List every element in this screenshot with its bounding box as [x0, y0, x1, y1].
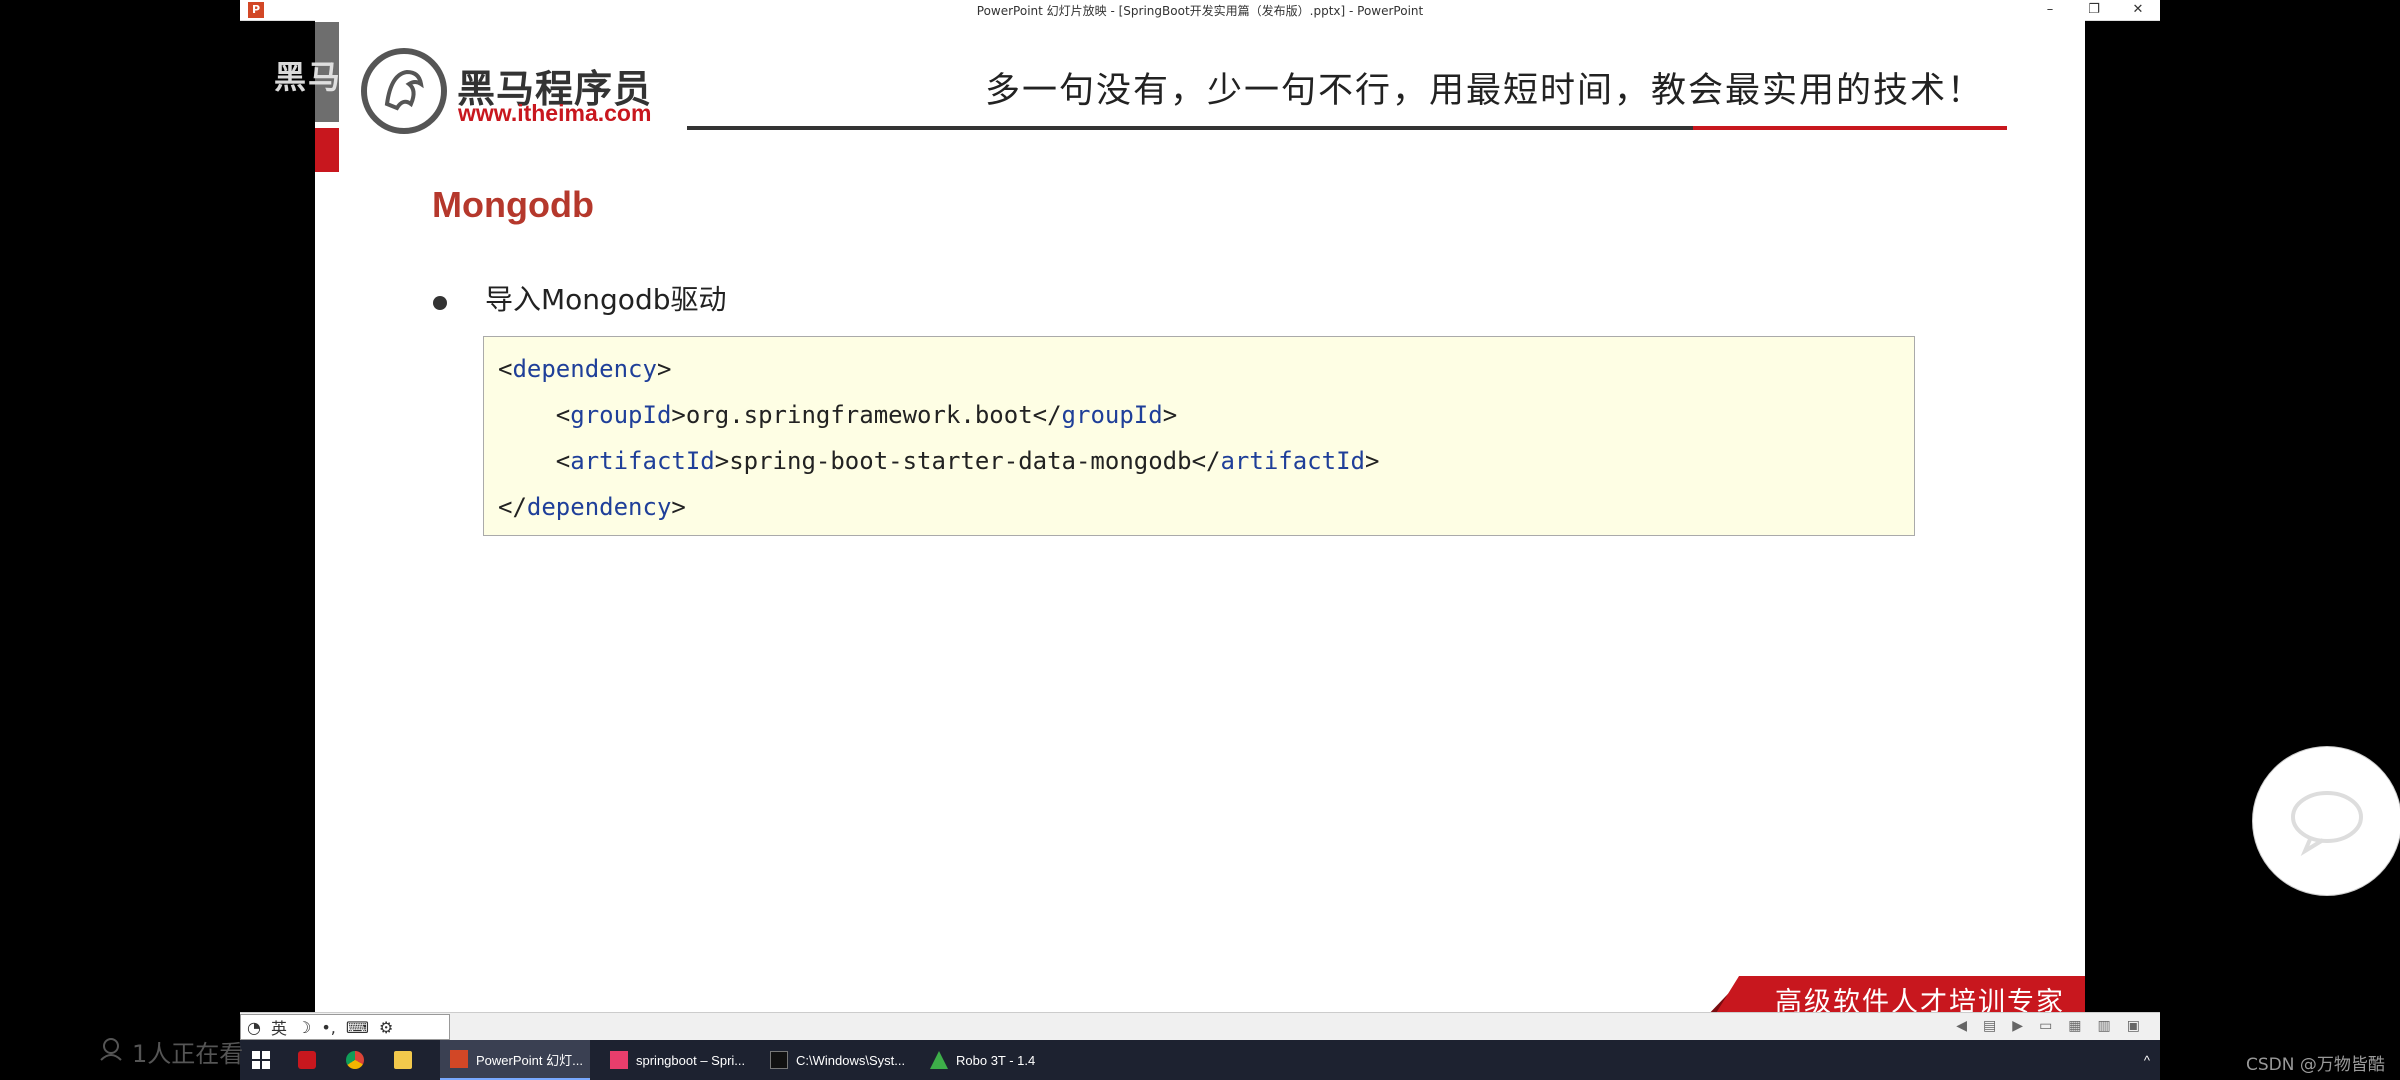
ime-keyboard-icon[interactable]: ⌨	[346, 1018, 369, 1037]
slide[interactable]: 黑马程序员 www.itheima.com 多一句没有，少一句不行，用最短时间，…	[315, 20, 2085, 1020]
start-button[interactable]	[252, 1040, 270, 1080]
status-bar-controls: ◀ ▤ ▶ ▭ ▦ ▥ ▣	[1956, 1018, 2140, 1034]
folder-icon	[394, 1051, 412, 1069]
taskbar: PowerPoint 幻灯... springboot – Spri... C:…	[240, 1040, 2160, 1080]
itheima-logo-icon	[361, 48, 447, 134]
sorter-view-icon[interactable]: ▦	[2068, 1018, 2081, 1034]
prev-slide-icon[interactable]: ◀	[1956, 1018, 1967, 1034]
bullet-text: 导入Mongodb驱动	[485, 283, 727, 316]
reading-view-icon[interactable]: ▥	[2098, 1018, 2111, 1034]
taskbar-app-robo3t[interactable]: Robo 3T - 1.4	[920, 1040, 1070, 1080]
close-button[interactable]: ✕	[2116, 0, 2160, 20]
taskbar-app-label: springboot – Spri...	[636, 1052, 746, 1068]
ime-logo-icon[interactable]: ◔	[247, 1018, 261, 1037]
taskbar-app-label: PowerPoint 幻灯...	[476, 1052, 583, 1068]
windows-icon	[252, 1051, 270, 1069]
code-line: <dependency>	[498, 355, 672, 383]
taskbar-app-powerpoint[interactable]: PowerPoint 幻灯...	[440, 1040, 590, 1080]
taskbar-pinned-app[interactable]	[298, 1040, 316, 1080]
chrome-icon	[346, 1051, 364, 1069]
taskbar-app-label: Robo 3T - 1.4	[956, 1052, 1036, 1068]
viewer-count: 1人正在看	[132, 1040, 244, 1068]
overlay-watermark: 黑马	[274, 58, 343, 96]
logo-url: www.itheima.com	[458, 100, 652, 126]
intellij-icon	[610, 1051, 628, 1069]
slide-left-bar-red	[315, 128, 339, 172]
ime-gear-icon[interactable]: ⚙	[379, 1018, 393, 1037]
slogan: 多一句没有，少一句不行，用最短时间，教会最实用的技术！	[985, 71, 1985, 111]
code-block: <dependency> <groupId>org.springframewor…	[483, 336, 1915, 536]
powerpoint-icon	[450, 1050, 468, 1068]
ime-toolbar[interactable]: ◔ 英 ☽ •, ⌨ ⚙	[240, 1014, 450, 1040]
slogan-underline-accent	[1693, 126, 2007, 130]
cmd-icon	[770, 1051, 788, 1069]
bullet-dot	[433, 296, 447, 310]
taskbar-pinned-explorer[interactable]	[394, 1040, 412, 1080]
viewer-icon	[100, 1038, 122, 1061]
minimize-button[interactable]: –	[2028, 0, 2072, 20]
csdn-watermark: CSDN @万物皆酷	[2246, 1055, 2385, 1075]
title-bar: P PowerPoint 幻灯片放映 - [SpringBoot开发实用篇（发布…	[240, 0, 2160, 21]
normal-view-icon[interactable]: ▭	[2039, 1018, 2052, 1034]
ime-moon-icon[interactable]: ☽	[297, 1018, 311, 1037]
next-slide-icon[interactable]: ▶	[2012, 1018, 2023, 1034]
slide-heading: Mongodb	[432, 184, 594, 225]
status-bar: ◀ ▤ ▶ ▭ ▦ ▥ ▣	[240, 1012, 2160, 1041]
robo3t-icon	[930, 1051, 948, 1069]
taskbar-app-intellij[interactable]: springboot – Spri...	[600, 1040, 750, 1080]
code-line: </dependency>	[498, 493, 686, 521]
ime-lang-toggle[interactable]: 英	[271, 1015, 287, 1039]
chat-bubble-icon	[2291, 791, 2363, 856]
code-line: <artifactId>spring-boot-starter-data-mon…	[555, 447, 1380, 475]
slideshow-view-icon[interactable]: ▣	[2127, 1018, 2140, 1034]
window-title: PowerPoint 幻灯片放映 - [SpringBoot开发实用篇（发布版）…	[976, 4, 1424, 18]
restore-button[interactable]: ❐	[2072, 0, 2116, 20]
taskbar-app-label: C:\Windows\Syst...	[796, 1052, 906, 1068]
horse-icon	[384, 69, 424, 111]
tray-chevron[interactable]: ^	[2144, 1040, 2150, 1080]
taskbar-app-cmd[interactable]: C:\Windows\Syst...	[760, 1040, 910, 1080]
ime-punct-icon[interactable]: •,	[321, 1018, 336, 1037]
redis-icon	[298, 1051, 316, 1069]
slide-menu-icon[interactable]: ▤	[1983, 1018, 1996, 1034]
chat-button[interactable]	[2252, 746, 2400, 896]
code-line: <groupId>org.springframework.boot</group…	[555, 401, 1178, 429]
taskbar-pinned-chrome[interactable]	[346, 1040, 364, 1080]
